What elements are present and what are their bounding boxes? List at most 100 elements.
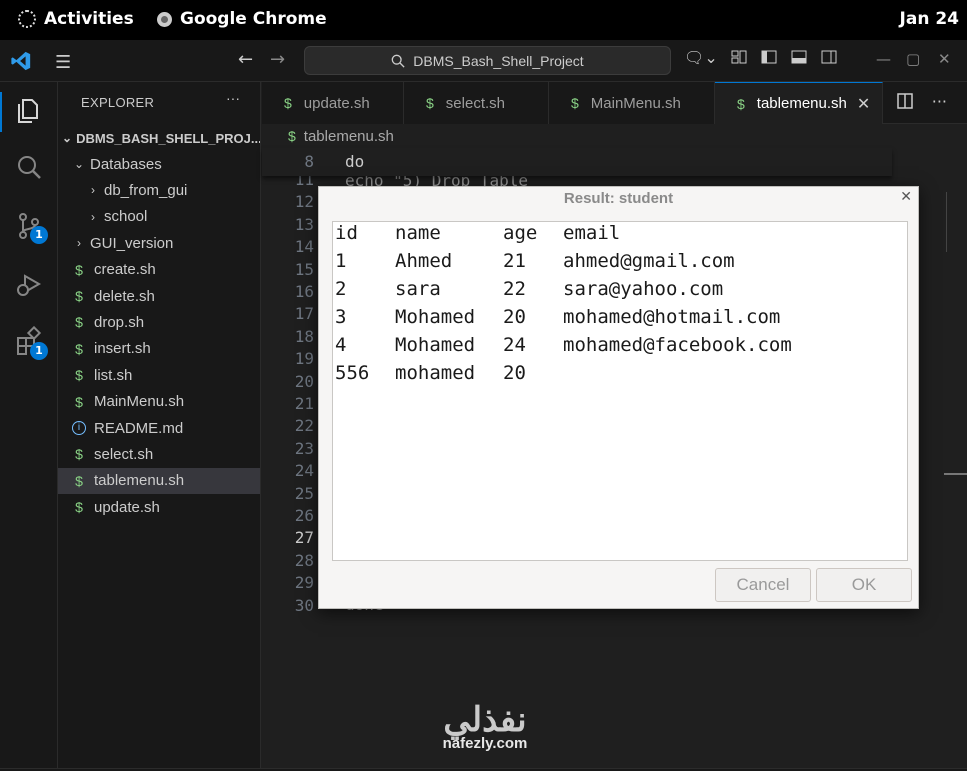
tab-mainmenu-sh[interactable]: $ MainMenu.sh <box>549 82 715 124</box>
minimize-icon[interactable]: — <box>876 50 891 68</box>
tree-item[interactable]: ⌄ Databases <box>58 151 260 177</box>
cell-name: sara <box>395 278 441 300</box>
search-view-icon[interactable] <box>13 152 45 184</box>
chevron-right-icon: › <box>77 236 81 251</box>
chevron-right-icon: › <box>91 209 95 224</box>
result-dialog: Result: student ✕ id name age email 1 Ahm… <box>318 186 919 609</box>
command-center-search[interactable]: DBMS_Bash_Shell_Project <box>304 46 671 75</box>
tree-item[interactable]: $ list.sh <box>58 362 260 388</box>
tab-select-sh[interactable]: $ select.sh <box>404 82 549 124</box>
tree-item-label: select.sh <box>94 445 154 463</box>
cell-id: 3 <box>335 306 347 328</box>
cell-age: 20 <box>503 306 526 328</box>
tab-update-sh[interactable]: $ update.sh <box>262 82 404 124</box>
explorer-files-icon[interactable] <box>13 94 45 126</box>
editor-tabs: $ update.sh $ select.sh $ MainMenu.sh $ … <box>262 82 967 124</box>
breadcrumb-file: tablemenu.sh <box>303 127 394 145</box>
shell-file-icon: $ <box>75 288 83 304</box>
sticky-code: do <box>345 152 365 171</box>
line-number: 19 <box>294 349 314 369</box>
toggle-secondary-sidebar-icon[interactable] <box>820 48 838 66</box>
tree-item[interactable]: $ MainMenu.sh <box>58 389 260 415</box>
explorer-sidebar: EXPLORER ··· ⌄ DBMS_BASH_SHELL_PROJ... ⌄… <box>58 82 261 771</box>
header-email: email <box>563 222 621 244</box>
shell-file-icon: $ <box>75 261 83 278</box>
scrollbar-marker[interactable] <box>944 473 967 475</box>
run-debug-icon[interactable] <box>13 268 45 300</box>
tree-item[interactable]: i README.md <box>58 415 260 441</box>
activities-button[interactable]: Activities <box>18 9 134 29</box>
line-number: 12 <box>294 192 314 212</box>
tree-item[interactable]: › GUI_version <box>58 230 260 256</box>
workspace-root[interactable]: ⌄ DBMS_BASH_SHELL_PROJ... <box>58 125 260 151</box>
tab-label: MainMenu.sh <box>590 94 681 112</box>
tree-item[interactable]: $ insert.sh <box>58 336 260 362</box>
line-number: 18 <box>294 326 314 346</box>
shell-file-icon: $ <box>75 499 83 516</box>
extensions-icon[interactable]: 1 <box>13 325 48 360</box>
copilot-icon[interactable]: 🗨︎⌄ <box>684 48 718 67</box>
cancel-button[interactable]: Cancel <box>715 568 811 602</box>
command-center-text: DBMS_Bash_Shell_Project <box>413 52 584 69</box>
line-number: 15 <box>294 259 314 279</box>
back-arrow-icon[interactable]: ← <box>238 49 253 70</box>
tab-label: select.sh <box>445 94 505 112</box>
maximize-icon[interactable]: ▢ <box>906 50 920 68</box>
cell-age: 22 <box>503 278 526 300</box>
app-menu[interactable]: Google Chrome <box>157 9 327 29</box>
ok-button[interactable]: OK <box>816 568 912 602</box>
tree-item[interactable]: › db_from_gui <box>58 177 260 203</box>
tree-item[interactable]: › school <box>58 204 260 230</box>
editor-more-actions-icon[interactable]: ··· <box>932 92 947 111</box>
sticky-scroll[interactable]: 8 do <box>262 148 892 176</box>
close-tab-icon[interactable]: ✕ <box>857 94 870 114</box>
tree-item[interactable]: $ tablemenu.sh <box>58 467 260 494</box>
extensions-badge: 1 <box>30 342 48 360</box>
breadcrumb[interactable]: $ tablemenu.sh <box>262 124 967 148</box>
hamburger-menu-icon[interactable]: ☰ <box>55 52 71 73</box>
source-control-icon[interactable]: 1 <box>13 210 48 244</box>
split-editor-icon[interactable] <box>896 92 914 110</box>
tree-item-label: drop.sh <box>94 313 145 331</box>
sticky-line-number: 8 <box>304 152 314 171</box>
result-text-area[interactable]: id name age email 1 Ahmed 21 ahmed@gmail.co… <box>332 221 908 561</box>
watermark: نفذلي nafezly.com <box>425 703 545 752</box>
tree-item[interactable]: $ select.sh <box>58 441 260 467</box>
line-number: 24 <box>294 461 314 481</box>
cell-email: ahmed@gmail.com <box>563 250 735 272</box>
toggle-panel-icon[interactable] <box>790 48 808 66</box>
more-actions-icon[interactable]: ··· <box>226 90 240 106</box>
cell-id: 556 <box>335 362 370 384</box>
gnome-logo-icon <box>18 10 36 28</box>
close-window-icon[interactable]: ✕ <box>938 50 951 68</box>
tree-item-label: db_from_gui <box>104 181 188 199</box>
tree-item-label: create.sh <box>94 261 156 279</box>
clock[interactable]: Jan 24 <box>900 9 959 29</box>
tree-item[interactable]: $ drop.sh <box>58 309 260 335</box>
active-view-indicator <box>0 92 2 132</box>
customize-layout-icon[interactable] <box>730 48 748 66</box>
line-number: 20 <box>294 371 314 391</box>
tree-item-label: insert.sh <box>94 340 151 358</box>
tab-tablemenu-sh[interactable]: $ tablemenu.sh ✕ <box>715 82 883 124</box>
line-number: 13 <box>294 214 314 234</box>
cell-email: mohamed@hotmail.com <box>563 306 781 328</box>
workspace-root-label: DBMS_BASH_SHELL_PROJ... <box>76 130 260 146</box>
tree-item[interactable]: $ update.sh <box>58 494 260 520</box>
tree-item[interactable]: $ delete.sh <box>58 283 260 309</box>
forward-arrow-icon[interactable]: → <box>270 49 285 70</box>
watermark-arabic: نفذلي <box>443 701 527 739</box>
dialog-close-icon[interactable]: ✕ <box>900 189 912 205</box>
tree-item-label: Databases <box>90 155 162 173</box>
activity-bar: 1 1 <box>0 82 58 771</box>
tree-item-label: MainMenu.sh <box>94 393 185 411</box>
gnome-top-bar: Activities Google Chrome Jan 24 <box>0 0 967 40</box>
shell-file-icon: $ <box>737 95 745 112</box>
toggle-primary-sidebar-icon[interactable] <box>760 48 778 66</box>
shell-file-icon: $ <box>426 95 434 111</box>
tree-item-label: tablemenu.sh <box>94 472 185 490</box>
shell-file-icon: $ <box>75 340 83 357</box>
search-icon <box>391 54 405 68</box>
tree-item[interactable]: $ create.sh <box>58 257 260 283</box>
shell-file-icon: $ <box>284 95 292 111</box>
